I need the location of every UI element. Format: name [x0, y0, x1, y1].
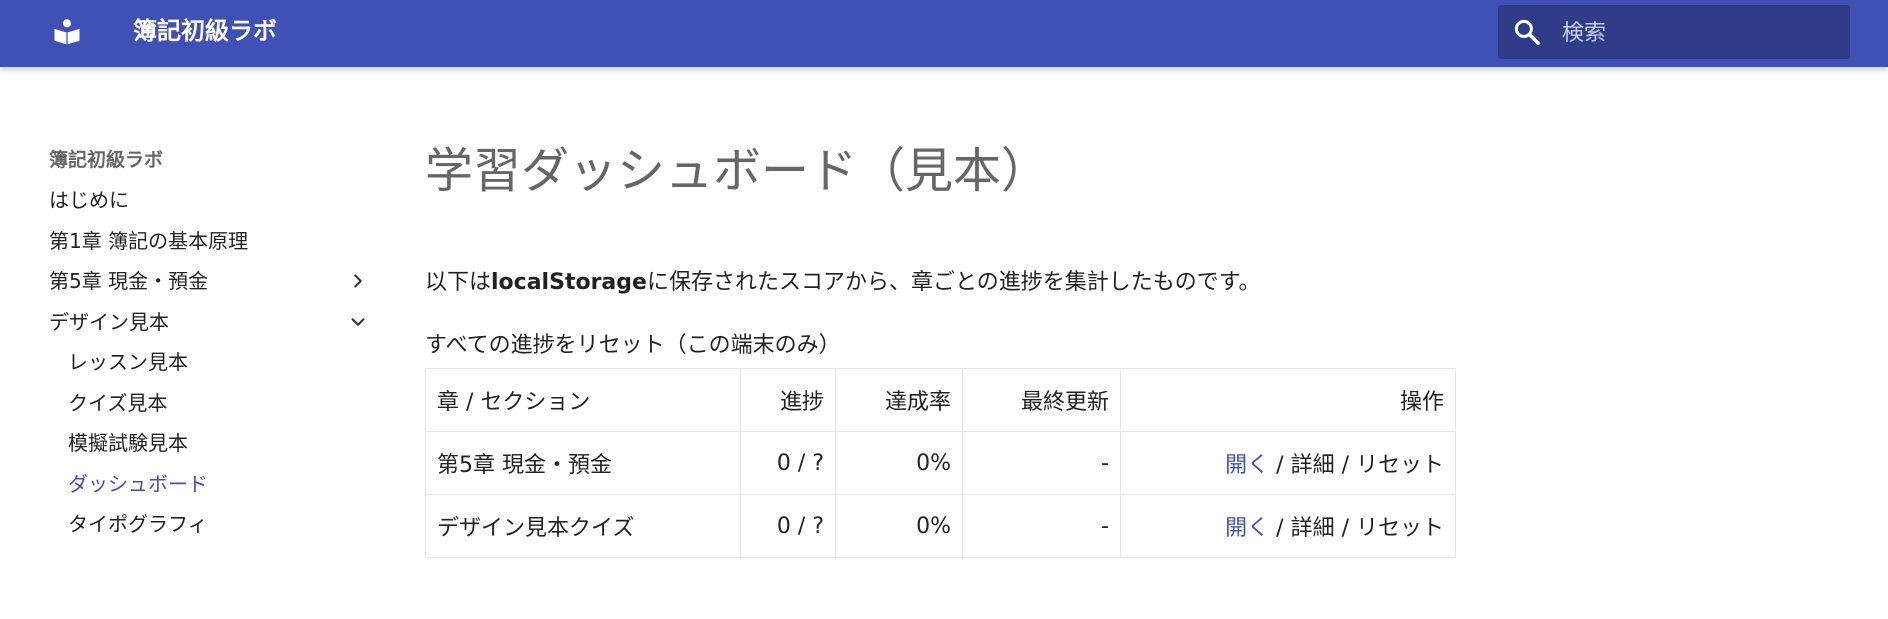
table-header-row: 章 / セクション 進捗 達成率 最終更新 操作: [425, 368, 1456, 432]
sidebar-item-label: 模擬試験見本: [68, 431, 188, 455]
cell-actions: 開く / 詳細 / リセット: [1120, 431, 1456, 495]
intro-text-after: に保存されたスコアから、章ごとの進捗を集計したものです。: [646, 270, 1261, 295]
progress-table: 章 / セクション 進捗 達成率 最終更新 操作 第5章 現金・預金 0 / ?…: [425, 368, 1456, 558]
sidebar-item-quiz-sample[interactable]: クイズ見本: [49, 388, 369, 429]
sidebar-item-mock-exam-sample[interactable]: 模擬試験見本: [49, 428, 369, 469]
sidebar-item-label: タイポグラフィ: [68, 512, 208, 536]
sidebar-item-chapter1[interactable]: 第1章 簿記の基本原理: [49, 226, 369, 267]
cell-progress: 0 / ?: [740, 494, 836, 558]
action-separator: /: [1334, 453, 1356, 478]
sidebar-item-label: レッスン見本: [68, 350, 188, 374]
intro-text: 以下はlocalStorageに保存されたスコアから、章ごとの進捗を集計したもの…: [425, 267, 1261, 299]
reset-link[interactable]: リセット: [1356, 453, 1444, 478]
search-input[interactable]: [1560, 12, 1834, 54]
sidebar-item-label: 第5章 現金・預金: [49, 269, 209, 293]
sidebar-nav: 簿記初級ラボ はじめに 第1章 簿記の基本原理 第5章 現金・預金 デザイン見本…: [49, 145, 369, 550]
main-content: 学習ダッシュボード（見本） 以下はlocalStorageに保存されたスコアから…: [425, 140, 1465, 558]
action-separator: /: [1269, 516, 1291, 541]
page-title: 学習ダッシュボード（見本）: [425, 143, 1050, 199]
table-row: 第5章 現金・預金 0 / ? 0% - 開く / 詳細 / リセット: [425, 431, 1456, 495]
sidebar-item-chapter5[interactable]: 第5章 現金・預金: [49, 266, 369, 307]
cell-rate: 0%: [835, 494, 963, 558]
sidebar-item-dashboard[interactable]: ダッシュボード: [49, 469, 369, 510]
sidebar-item-label: 第1章 簿記の基本原理: [49, 228, 249, 253]
cell-actions: 開く / 詳細 / リセット: [1120, 494, 1456, 558]
search-box[interactable]: [1498, 5, 1850, 59]
column-header-progress: 進捗: [740, 368, 836, 432]
sidebar-item-typography[interactable]: タイポグラフィ: [49, 509, 369, 550]
column-header-updated: 最終更新: [962, 368, 1121, 432]
cell-progress: 0 / ?: [740, 431, 836, 495]
reset-link[interactable]: リセット: [1356, 516, 1444, 541]
chevron-down-icon[interactable]: [347, 311, 369, 333]
sidebar-item-label: ダッシュボード: [68, 471, 208, 496]
cell-section: 第5章 現金・預金: [425, 431, 741, 495]
cell-updated: -: [962, 431, 1121, 495]
column-header-actions: 操作: [1120, 368, 1456, 432]
sidebar-item-label: はじめに: [49, 188, 129, 212]
sidebar-item-label: クイズ見本: [68, 390, 168, 415]
search-icon[interactable]: [1512, 17, 1542, 47]
sidebar-item-lesson-sample[interactable]: レッスン見本: [49, 347, 369, 388]
detail-link[interactable]: 詳細: [1291, 453, 1335, 478]
sidebar-item-label: デザイン見本: [49, 309, 169, 334]
book-reader-icon[interactable]: [50, 15, 84, 49]
table-row: デザイン見本クイズ 0 / ? 0% - 開く / 詳細 / リセット: [425, 494, 1456, 558]
site-title[interactable]: 簿記初級ラボ: [133, 13, 277, 49]
column-header-rate: 達成率: [835, 368, 963, 432]
sidebar-item-intro[interactable]: はじめに: [49, 185, 369, 226]
intro-text-storage: localStorage: [491, 270, 647, 295]
sidebar-title: 簿記初級ラボ: [49, 149, 164, 171]
detail-link[interactable]: 詳細: [1291, 516, 1335, 541]
open-link[interactable]: 開く: [1225, 453, 1269, 478]
top-header: 簿記初級ラボ: [0, 0, 1888, 67]
action-separator: /: [1334, 516, 1356, 541]
cell-rate: 0%: [835, 431, 963, 495]
intro-text-before: 以下は: [425, 270, 492, 295]
chevron-right-icon[interactable]: [347, 270, 369, 292]
sidebar-item-design-samples[interactable]: デザイン見本: [49, 307, 369, 348]
action-separator: /: [1269, 453, 1291, 478]
cell-section: デザイン見本クイズ: [425, 494, 741, 558]
column-header-section: 章 / セクション: [425, 368, 741, 432]
open-link[interactable]: 開く: [1225, 516, 1269, 541]
cell-updated: -: [962, 494, 1121, 558]
reset-all-progress-link[interactable]: すべての進捗をリセット（この端末のみ）: [425, 330, 841, 362]
